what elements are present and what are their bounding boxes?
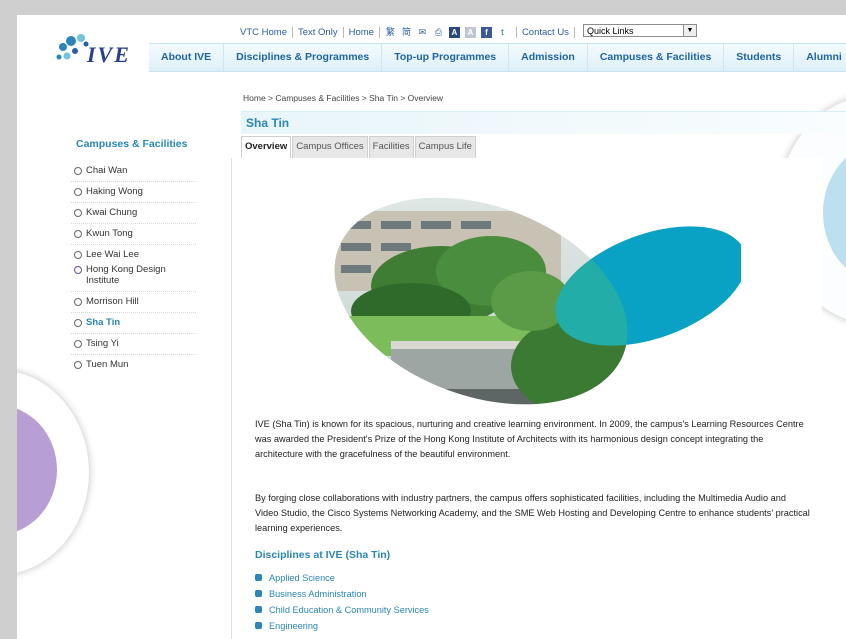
title-bar: Sha Tin xyxy=(241,111,846,134)
sidebar-item-label: Tsing Yi xyxy=(86,338,119,349)
page: IVE VTC Home Text Only Home 繁 简 ✉ ⎙ A A … xyxy=(17,15,846,639)
nav-item-disciplines[interactable]: Disciplines & Programmes xyxy=(224,44,383,71)
nav-item-top-up[interactable]: Top-up Programmes xyxy=(382,44,510,71)
sidebar-item-label: Haking Wong xyxy=(86,186,143,197)
utility-bar: VTC Home Text Only Home 繁 简 ✉ ⎙ A A f t … xyxy=(235,24,575,40)
simplified-chinese-icon[interactable]: 简 xyxy=(401,27,412,38)
vtc-home-link[interactable]: VTC Home xyxy=(235,26,293,38)
font-small-icon[interactable]: A xyxy=(464,26,476,38)
radio-icon xyxy=(74,340,82,348)
tab-overview[interactable]: Overview xyxy=(241,136,292,158)
radio-icon xyxy=(74,167,82,175)
sidebar-item-tuen-mun[interactable]: Tuen Mun xyxy=(71,355,196,370)
discipline-label: Applied Science xyxy=(269,573,335,583)
quick-links-select[interactable]: Quick Links ▼ xyxy=(583,24,697,37)
main-nav: About IVE Disciplines & Programmes Top-u… xyxy=(149,43,846,72)
nav-item-campuses[interactable]: Campuses & Facilities xyxy=(588,44,725,71)
sidebar-item-kwai-chung[interactable]: Kwai Chung xyxy=(71,203,196,224)
sidebar-item-sha-tin[interactable]: Sha Tin xyxy=(71,313,196,334)
bullet-icon xyxy=(255,574,262,581)
sidebar-item-label: Kwun Tong xyxy=(86,228,133,239)
logo-text: IVE xyxy=(87,42,131,67)
intro-paragraph: IVE (Sha Tin) is known for its spacious,… xyxy=(255,419,804,459)
sidebar-item-label: Tuen Mun xyxy=(86,359,129,370)
sidebar-item-label: Lee Wai Lee xyxy=(86,249,139,260)
sidebar-item-tsing-yi[interactable]: Tsing Yi xyxy=(71,334,196,355)
traditional-chinese-icon[interactable]: 繁 xyxy=(385,27,396,38)
breadcrumb[interactable]: Home > Campuses & Facilities > Sha Tin >… xyxy=(243,93,443,103)
nav-item-alumni[interactable]: Alumni xyxy=(794,44,846,71)
sidebar-item-kwun-tong[interactable]: Kwun Tong xyxy=(71,224,196,245)
tab-campus-offices[interactable]: Campus Offices xyxy=(292,136,368,158)
tab-campus-life[interactable]: Campus Life xyxy=(414,136,476,158)
facilities-paragraph: By forging close collaborations with ind… xyxy=(255,493,810,533)
sidebar-title[interactable]: Campuses & Facilities xyxy=(76,138,187,150)
sidebar-item-label: Sha Tin xyxy=(86,317,121,328)
disciplines-list: Applied Science Business Administration … xyxy=(255,571,429,635)
sidebar-item-haking-wong[interactable]: Haking Wong xyxy=(71,182,196,203)
sidebar-item-label: Morrison Hill xyxy=(86,296,139,307)
sidebar-item-label: Hong Kong Design Institute xyxy=(86,264,166,286)
nav-item-about[interactable]: About IVE xyxy=(149,44,225,71)
bullet-icon xyxy=(255,606,262,613)
radio-icon xyxy=(74,361,82,369)
discipline-link[interactable]: Engineering xyxy=(255,619,429,635)
quick-links-value: Quick Links xyxy=(587,26,634,36)
radio-icon xyxy=(74,230,82,238)
radio-icon xyxy=(74,209,82,217)
discipline-label: Business Administration xyxy=(269,589,367,599)
radio-icon xyxy=(74,266,82,274)
discipline-link[interactable]: Business Administration xyxy=(255,587,429,603)
sidebar-item-label: Chai Wan xyxy=(86,165,128,176)
nav-item-students[interactable]: Students xyxy=(724,44,795,71)
nav-item-admission[interactable]: Admission xyxy=(509,44,588,71)
print-icon[interactable]: ⎙ xyxy=(433,27,444,38)
discipline-link[interactable]: Applied Science xyxy=(255,571,429,587)
contact-us-link[interactable]: Contact Us xyxy=(515,26,575,38)
discipline-label: Engineering xyxy=(269,621,319,631)
email-icon[interactable]: ✉ xyxy=(417,27,428,38)
campus-hero-image xyxy=(331,191,741,411)
tab-facilities[interactable]: Facilities xyxy=(368,136,414,158)
text-only-link[interactable]: Text Only xyxy=(293,26,344,38)
discipline-link[interactable]: Child Education & Community Services xyxy=(255,603,429,619)
radio-icon xyxy=(74,298,82,306)
radio-icon xyxy=(74,188,82,196)
disciplines-heading: Disciplines at IVE (Sha Tin) xyxy=(255,549,391,561)
sidebar-item-chai-wan[interactable]: Chai Wan xyxy=(71,161,196,182)
bullet-icon xyxy=(255,622,262,629)
facebook-icon[interactable]: f xyxy=(480,26,492,38)
home-link[interactable]: Home xyxy=(344,26,380,38)
discipline-label: Child Education & Community Services xyxy=(269,605,429,615)
twitter-icon[interactable]: t xyxy=(497,27,508,38)
page-title: Sha Tin xyxy=(246,116,290,130)
radio-icon xyxy=(74,319,82,327)
sidebar-item-morrison-hill[interactable]: Morrison Hill xyxy=(71,292,196,313)
sidebar-list: Chai Wan Haking Wong Kwai Chung Kwun Ton… xyxy=(71,161,196,370)
sidebar-item-lee-wai-lee[interactable]: Lee Wai Lee xyxy=(71,245,196,260)
sidebar-item-hkdi[interactable]: Hong Kong Design Institute xyxy=(71,260,196,292)
bullet-icon xyxy=(255,590,262,597)
sidebar-item-label: Kwai Chung xyxy=(86,207,138,218)
font-large-icon[interactable]: A xyxy=(448,26,460,38)
radio-icon xyxy=(74,251,82,259)
chevron-down-icon: ▼ xyxy=(683,25,696,36)
tab-bar: Overview Campus Offices Facilities Campu… xyxy=(241,136,477,158)
